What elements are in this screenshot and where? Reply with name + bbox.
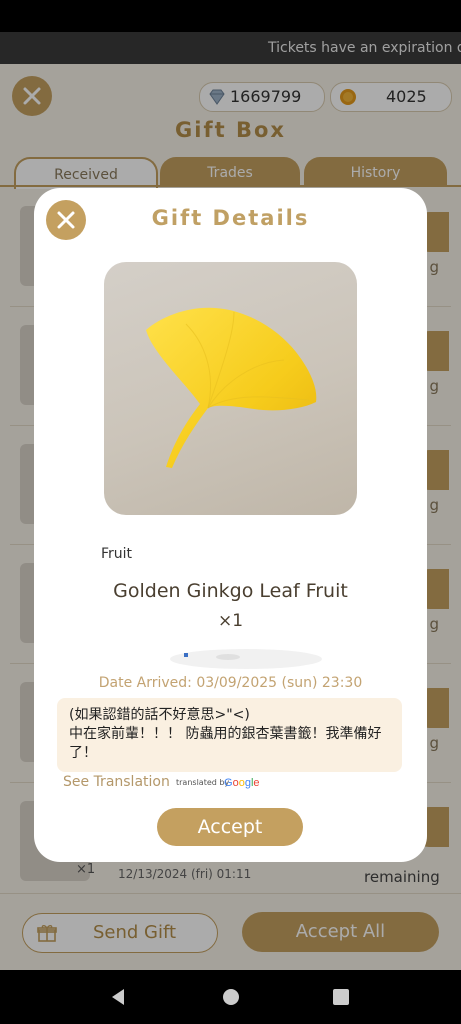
accept-button[interactable]: Accept — [157, 808, 303, 846]
google-wordmark: Google — [224, 777, 260, 789]
translated-by-text: translated by — [176, 778, 230, 787]
gift-quantity: ×1 — [217, 611, 244, 631]
gift-name: Golden Ginkgo Leaf Fruit — [113, 580, 348, 602]
sender-name-redacted — [170, 649, 322, 669]
gift-image — [104, 262, 357, 515]
see-translation-link[interactable]: See Translation — [63, 774, 170, 790]
dialog-title: Gift Details — [151, 206, 310, 230]
gift-details-dialog: Gift Details Fruit Golden Ginkgo Leaf Fr… — [34, 188, 427, 862]
recents-icon[interactable] — [331, 987, 351, 1007]
back-icon[interactable] — [108, 987, 128, 1007]
ginkgo-leaf — [146, 307, 317, 468]
status-bar — [0, 0, 461, 32]
google-logo: Google — [224, 775, 264, 792]
screen: Tickets have an expiration date 1669799 … — [0, 0, 461, 1024]
gift-message-box: (如果認錯的話不好意思>"<) 中在家前輩！！！ 防蟲用的銀杏葉書籤！我準備好了… — [57, 698, 402, 772]
date-arrived: Date Arrived: 03/09/2025 (sun) 23:30 — [98, 675, 363, 691]
gift-category: Fruit — [101, 546, 133, 562]
gift-message: (如果認錯的話不好意思>"<) 中在家前輩！！！ 防蟲用的銀杏葉書籤！我準備好了… — [69, 707, 382, 761]
home-icon[interactable] — [221, 987, 241, 1007]
svg-text:Google: Google — [224, 777, 260, 789]
